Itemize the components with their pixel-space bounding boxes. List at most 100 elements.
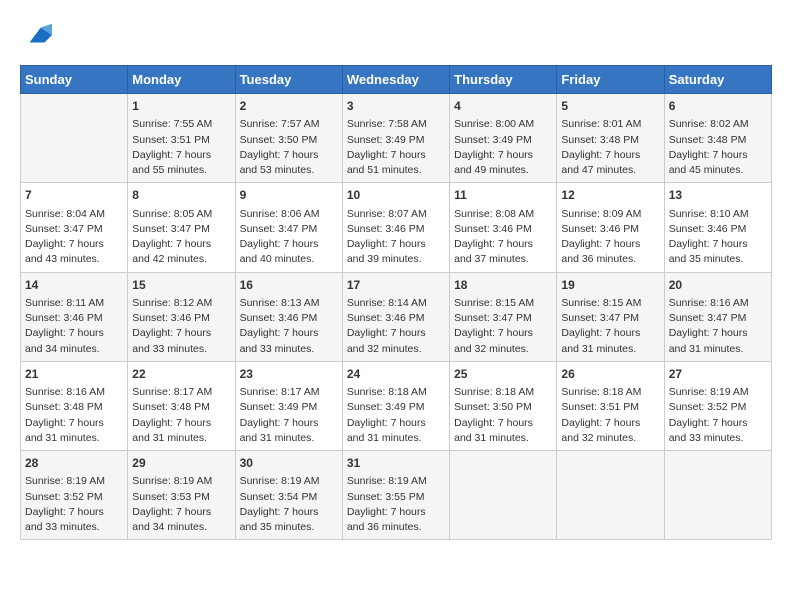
calendar-cell: 12 Sunrise: 8:09 AM Sunset: 3:46 PM Dayli…: [557, 183, 664, 272]
cell-content: Sunrise: 7:58 AM Sunset: 3:49 PM Dayligh…: [347, 117, 445, 178]
calendar-cell: 17 Sunrise: 8:14 AM Sunset: 3:46 PM Dayli…: [342, 272, 449, 361]
calendar-cell: 4Sunrise: 8:00 AM Sunset: 3:49 PM Daylig…: [450, 94, 557, 183]
header-cell-monday: Monday: [128, 66, 235, 94]
day-number: 6: [669, 98, 767, 115]
week-row-3: 14 Sunrise: 8:11 AM Sunset: 3:46 PM Dayli…: [21, 272, 772, 361]
day-number: 23: [240, 366, 338, 383]
header-row: SundayMondayTuesdayWednesdayThursdayFrid…: [21, 66, 772, 94]
calendar-cell: [450, 451, 557, 540]
calendar-cell: 28 Sunrise: 8:19 AM Sunset: 3:52 PM Dayli…: [21, 451, 128, 540]
day-number: 29: [132, 455, 230, 472]
calendar-cell: 14 Sunrise: 8:11 AM Sunset: 3:46 PM Dayli…: [21, 272, 128, 361]
cell-content: Sunrise: 8:11 AM Sunset: 3:46 PM Dayligh…: [25, 296, 123, 357]
day-number: 7: [25, 187, 123, 204]
day-number: 13: [669, 187, 767, 204]
cell-content: Sunrise: 8:19 AM Sunset: 3:53 PM Dayligh…: [132, 474, 230, 535]
cell-content: Sunrise: 8:13 AM Sunset: 3:46 PM Dayligh…: [240, 296, 338, 357]
calendar-cell: 24 Sunrise: 8:18 AM Sunset: 3:49 PM Dayli…: [342, 361, 449, 450]
day-number: 30: [240, 455, 338, 472]
calendar-cell: 9 Sunrise: 8:06 AM Sunset: 3:47 PM Daylig…: [235, 183, 342, 272]
cell-content: Sunrise: 8:18 AM Sunset: 3:49 PM Dayligh…: [347, 385, 445, 446]
day-number: 17: [347, 277, 445, 294]
day-number: 24: [347, 366, 445, 383]
cell-content: Sunrise: 7:57 AM Sunset: 3:50 PM Dayligh…: [240, 117, 338, 178]
cell-content: Sunrise: 8:19 AM Sunset: 3:52 PM Dayligh…: [669, 385, 767, 446]
calendar-cell: 26 Sunrise: 8:18 AM Sunset: 3:51 PM Dayli…: [557, 361, 664, 450]
calendar-cell: 19Sunrise: 8:15 AM Sunset: 3:47 PM Dayli…: [557, 272, 664, 361]
week-row-1: 1 Sunrise: 7:55 AM Sunset: 3:51 PM Daylig…: [21, 94, 772, 183]
page-header: [20, 20, 772, 55]
cell-content: Sunrise: 8:12 AM Sunset: 3:46 PM Dayligh…: [132, 296, 230, 357]
calendar-cell: 1 Sunrise: 7:55 AM Sunset: 3:51 PM Daylig…: [128, 94, 235, 183]
day-number: 15: [132, 277, 230, 294]
calendar-cell: 11Sunrise: 8:08 AM Sunset: 3:46 PM Dayli…: [450, 183, 557, 272]
cell-content: Sunrise: 8:17 AM Sunset: 3:48 PM Dayligh…: [132, 385, 230, 446]
day-number: 4: [454, 98, 552, 115]
day-number: 1: [132, 98, 230, 115]
cell-content: Sunrise: 8:02 AM Sunset: 3:48 PM Dayligh…: [669, 117, 767, 178]
header-cell-wednesday: Wednesday: [342, 66, 449, 94]
calendar-body: 1 Sunrise: 7:55 AM Sunset: 3:51 PM Daylig…: [21, 94, 772, 540]
day-number: 26: [561, 366, 659, 383]
calendar-table: SundayMondayTuesdayWednesdayThursdayFrid…: [20, 65, 772, 540]
day-number: 5: [561, 98, 659, 115]
calendar-cell: 22Sunrise: 8:17 AM Sunset: 3:48 PM Dayli…: [128, 361, 235, 450]
calendar-cell: [21, 94, 128, 183]
calendar-cell: 10Sunrise: 8:07 AM Sunset: 3:46 PM Dayli…: [342, 183, 449, 272]
day-number: 12: [561, 187, 659, 204]
calendar-cell: 15 Sunrise: 8:12 AM Sunset: 3:46 PM Dayli…: [128, 272, 235, 361]
calendar-cell: 23 Sunrise: 8:17 AM Sunset: 3:49 PM Dayli…: [235, 361, 342, 450]
day-number: 20: [669, 277, 767, 294]
header-cell-tuesday: Tuesday: [235, 66, 342, 94]
cell-content: Sunrise: 7:55 AM Sunset: 3:51 PM Dayligh…: [132, 117, 230, 178]
day-number: 3: [347, 98, 445, 115]
cell-content: Sunrise: 8:18 AM Sunset: 3:51 PM Dayligh…: [561, 385, 659, 446]
cell-content: Sunrise: 8:19 AM Sunset: 3:55 PM Dayligh…: [347, 474, 445, 535]
header-cell-thursday: Thursday: [450, 66, 557, 94]
cell-content: Sunrise: 8:16 AM Sunset: 3:47 PM Dayligh…: [669, 296, 767, 357]
day-number: 28: [25, 455, 123, 472]
cell-content: Sunrise: 8:14 AM Sunset: 3:46 PM Dayligh…: [347, 296, 445, 357]
header-cell-friday: Friday: [557, 66, 664, 94]
calendar-cell: 27 Sunrise: 8:19 AM Sunset: 3:52 PM Dayli…: [664, 361, 771, 450]
day-number: 2: [240, 98, 338, 115]
day-number: 27: [669, 366, 767, 383]
cell-content: Sunrise: 8:19 AM Sunset: 3:54 PM Dayligh…: [240, 474, 338, 535]
day-number: 21: [25, 366, 123, 383]
calendar-cell: 16 Sunrise: 8:13 AM Sunset: 3:46 PM Dayli…: [235, 272, 342, 361]
calendar-cell: 18 Sunrise: 8:15 AM Sunset: 3:47 PM Dayli…: [450, 272, 557, 361]
day-number: 16: [240, 277, 338, 294]
week-row-5: 28 Sunrise: 8:19 AM Sunset: 3:52 PM Dayli…: [21, 451, 772, 540]
cell-content: Sunrise: 8:05 AM Sunset: 3:47 PM Dayligh…: [132, 207, 230, 268]
calendar-cell: 2 Sunrise: 7:57 AM Sunset: 3:50 PM Daylig…: [235, 94, 342, 183]
day-number: 25: [454, 366, 552, 383]
cell-content: Sunrise: 8:07 AM Sunset: 3:46 PM Dayligh…: [347, 207, 445, 268]
calendar-cell: 31Sunrise: 8:19 AM Sunset: 3:55 PM Dayli…: [342, 451, 449, 540]
cell-content: Sunrise: 8:06 AM Sunset: 3:47 PM Dayligh…: [240, 207, 338, 268]
week-row-2: 7 Sunrise: 8:04 AM Sunset: 3:47 PM Daylig…: [21, 183, 772, 272]
calendar-cell: 7 Sunrise: 8:04 AM Sunset: 3:47 PM Daylig…: [21, 183, 128, 272]
calendar-cell: 21Sunrise: 8:16 AM Sunset: 3:48 PM Dayli…: [21, 361, 128, 450]
cell-content: Sunrise: 8:17 AM Sunset: 3:49 PM Dayligh…: [240, 385, 338, 446]
cell-content: Sunrise: 8:15 AM Sunset: 3:47 PM Dayligh…: [454, 296, 552, 357]
cell-content: Sunrise: 8:09 AM Sunset: 3:46 PM Dayligh…: [561, 207, 659, 268]
calendar-cell: 6 Sunrise: 8:02 AM Sunset: 3:48 PM Daylig…: [664, 94, 771, 183]
calendar-cell: 13Sunrise: 8:10 AM Sunset: 3:46 PM Dayli…: [664, 183, 771, 272]
calendar-cell: [664, 451, 771, 540]
cell-content: Sunrise: 8:18 AM Sunset: 3:50 PM Dayligh…: [454, 385, 552, 446]
calendar-header: SundayMondayTuesdayWednesdayThursdayFrid…: [21, 66, 772, 94]
day-number: 11: [454, 187, 552, 204]
logo-icon: [22, 20, 52, 50]
day-number: 14: [25, 277, 123, 294]
calendar-cell: 3 Sunrise: 7:58 AM Sunset: 3:49 PM Daylig…: [342, 94, 449, 183]
week-row-4: 21Sunrise: 8:16 AM Sunset: 3:48 PM Dayli…: [21, 361, 772, 450]
day-number: 9: [240, 187, 338, 204]
cell-content: Sunrise: 8:15 AM Sunset: 3:47 PM Dayligh…: [561, 296, 659, 357]
logo: [20, 20, 52, 55]
header-cell-sunday: Sunday: [21, 66, 128, 94]
day-number: 18: [454, 277, 552, 294]
cell-content: Sunrise: 8:19 AM Sunset: 3:52 PM Dayligh…: [25, 474, 123, 535]
cell-content: Sunrise: 8:04 AM Sunset: 3:47 PM Dayligh…: [25, 207, 123, 268]
cell-content: Sunrise: 8:01 AM Sunset: 3:48 PM Dayligh…: [561, 117, 659, 178]
calendar-cell: [557, 451, 664, 540]
